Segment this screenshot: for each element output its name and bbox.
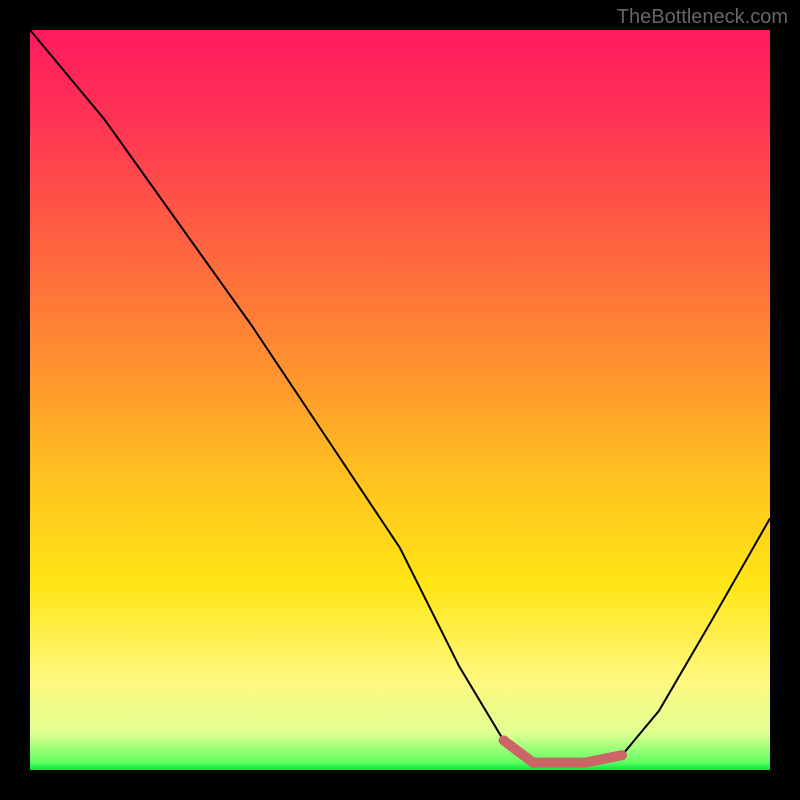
chart-area	[30, 30, 770, 770]
curve-overlay	[30, 30, 770, 770]
bottleneck-curve	[30, 30, 770, 763]
highlight-segment	[504, 740, 622, 762]
watermark-text: TheBottleneck.com	[617, 6, 788, 29]
